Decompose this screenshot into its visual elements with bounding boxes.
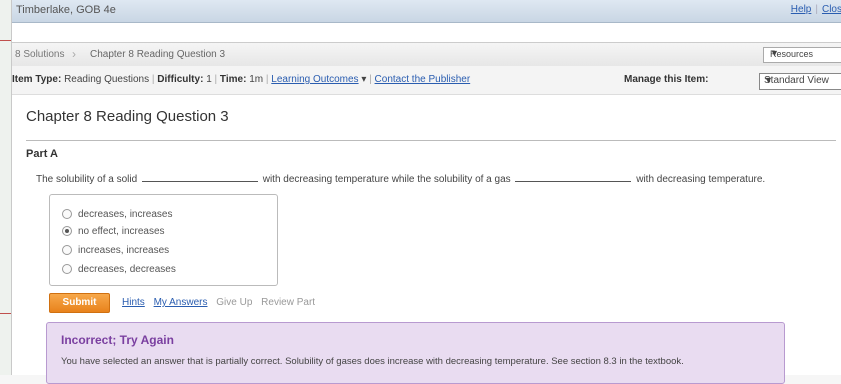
hints-link[interactable]: Hints [122, 297, 145, 308]
review-part-link[interactable]: Review Part [261, 297, 315, 308]
choice-option[interactable]: no effect, increases [62, 226, 165, 237]
item-type-label: Item Type: [12, 74, 62, 85]
question-text-part3: with decreasing temperature. [636, 174, 766, 185]
submit-button[interactable]: Submit [49, 293, 110, 313]
chevron-down-icon: ▼ [764, 75, 773, 85]
radio-button-selected[interactable] [62, 226, 72, 237]
manage-item: Manage this Item: [624, 74, 708, 85]
radio-button[interactable] [62, 209, 72, 220]
choice-label: no effect, increases [78, 226, 165, 237]
feedback-text: You have selected an answer that is part… [61, 356, 684, 367]
dropdown-caret-icon: ▾ [361, 74, 367, 85]
page-title: Chapter 8 Reading Question 3 [26, 108, 229, 125]
action-links: Hints My Answers Give Up Review Part [122, 297, 321, 308]
choice-label: decreases, increases [78, 209, 173, 220]
title-bar: Timberlake, GOB 4e Help | Clos [12, 0, 841, 23]
time-label: Time: [219, 74, 247, 85]
choice-label: decreases, decreases [78, 264, 176, 275]
answer-blank [141, 172, 258, 182]
close-link[interactable]: Clos [822, 4, 841, 15]
view-select[interactable]: Standard View ▼ [759, 73, 841, 90]
content-panel: Timberlake, GOB 4e Help | Clos 8 Solutions… [11, 0, 841, 384]
manage-label: Manage this Item: [624, 74, 709, 85]
choice-option[interactable]: increases, increases [62, 245, 169, 256]
top-links: Help | Clos [791, 4, 841, 15]
radio-button[interactable] [62, 245, 72, 256]
question-text-part2: with decreasing temperature while the so… [262, 174, 511, 185]
difficulty-label: Difficulty: [157, 74, 204, 85]
learning-outcomes-link[interactable]: Learning Outcomes [271, 74, 358, 85]
chevron-right-icon: › [72, 47, 76, 61]
app-title: Timberlake, GOB 4e [16, 4, 116, 16]
breadcrumb: 8 Solutions › Chapter 8 Reading Question… [12, 42, 841, 68]
item-meta: Item Type: Reading Questions | Difficult… [12, 74, 470, 85]
contact-publisher-link[interactable]: Contact the Publisher [375, 74, 471, 85]
part-label: Part A [26, 148, 58, 160]
radio-button[interactable] [62, 264, 72, 275]
question-text-part1: The solubility of a solid [36, 174, 138, 185]
answer-choices: decreases, increases no effect, increase… [49, 194, 278, 286]
breadcrumb-parent[interactable]: 8 Solutions [15, 49, 64, 60]
help-link[interactable]: Help [791, 4, 812, 15]
question-text: The solubility of a solid with decreasin… [36, 172, 765, 185]
breadcrumb-current: Chapter 8 Reading Question 3 [90, 49, 226, 60]
difficulty-value: 1 [206, 74, 212, 85]
my-answers-link[interactable]: My Answers [154, 297, 208, 308]
item-info-bar: Item Type: Reading Questions | Difficult… [12, 66, 841, 95]
divider [26, 140, 836, 141]
item-type-value: Reading Questions [64, 74, 150, 85]
answer-blank [515, 172, 632, 182]
resources-select[interactable]: Resources ▼ [763, 47, 841, 63]
chevron-down-icon: ▼ [770, 48, 779, 58]
time-value: 1m [249, 74, 264, 85]
give-up-link[interactable]: Give Up [216, 297, 252, 308]
choice-label: increases, increases [78, 245, 170, 256]
choice-option[interactable]: decreases, increases [62, 209, 173, 220]
choice-option[interactable]: decreases, decreases [62, 264, 176, 275]
separator: | [815, 4, 818, 15]
feedback-title: Incorrect; Try Again [61, 333, 174, 347]
